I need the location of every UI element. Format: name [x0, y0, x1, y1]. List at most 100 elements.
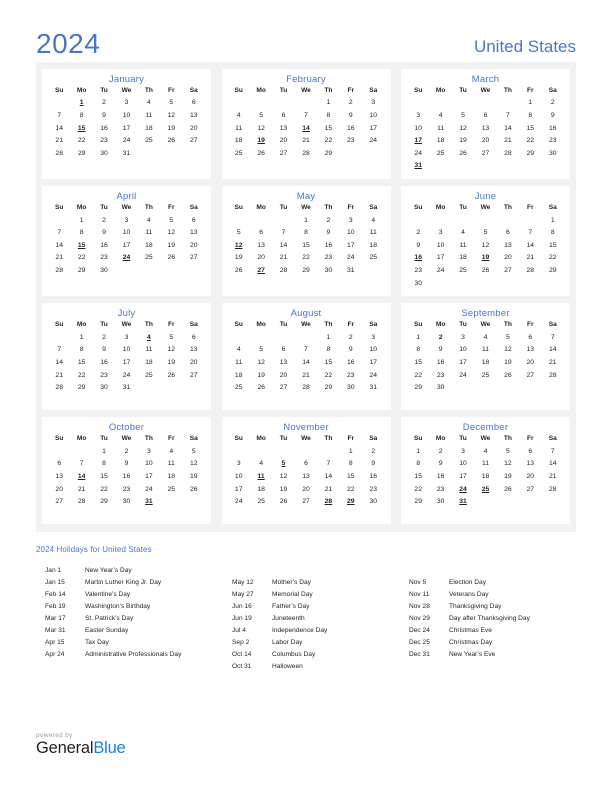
day-cell[interactable]: 14: [542, 345, 564, 358]
day-cell[interactable]: 20: [183, 357, 205, 370]
day-cell-holiday[interactable]: 31: [452, 496, 474, 509]
day-cell[interactable]: 16: [362, 471, 384, 484]
day-cell[interactable]: 26: [474, 265, 496, 278]
day-cell[interactable]: 27: [183, 135, 205, 148]
day-cell[interactable]: 10: [362, 110, 384, 123]
day-cell[interactable]: 23: [542, 135, 564, 148]
day-cell[interactable]: 7: [48, 227, 70, 240]
day-cell-holiday[interactable]: 19: [250, 135, 272, 148]
day-cell[interactable]: 15: [519, 123, 541, 136]
day-cell[interactable]: 23: [115, 484, 137, 497]
day-cell[interactable]: 18: [452, 253, 474, 266]
day-cell[interactable]: 18: [138, 123, 160, 136]
day-cell[interactable]: 18: [228, 135, 250, 148]
day-cell[interactable]: 30: [362, 496, 384, 509]
day-cell[interactable]: 5: [452, 110, 474, 123]
day-cell-holiday[interactable]: 5: [272, 459, 294, 472]
day-cell[interactable]: 30: [429, 496, 451, 509]
day-cell[interactable]: 26: [228, 265, 250, 278]
day-cell[interactable]: 16: [93, 240, 115, 253]
day-cell[interactable]: 6: [474, 110, 496, 123]
day-cell[interactable]: 18: [429, 135, 451, 148]
day-cell[interactable]: 15: [93, 471, 115, 484]
day-cell-holiday[interactable]: 14: [70, 471, 92, 484]
day-cell[interactable]: 3: [340, 215, 362, 228]
day-cell[interactable]: 11: [160, 459, 182, 472]
day-cell[interactable]: 24: [115, 135, 137, 148]
day-cell[interactable]: 19: [250, 370, 272, 383]
day-cell[interactable]: 29: [93, 496, 115, 509]
day-cell[interactable]: 18: [362, 240, 384, 253]
day-cell[interactable]: 20: [272, 135, 294, 148]
day-cell[interactable]: 4: [228, 110, 250, 123]
day-cell[interactable]: 23: [317, 253, 339, 266]
day-cell[interactable]: 1: [93, 446, 115, 459]
day-cell[interactable]: 19: [452, 135, 474, 148]
day-cell[interactable]: 18: [250, 484, 272, 497]
day-cell[interactable]: 6: [250, 227, 272, 240]
day-cell[interactable]: 23: [362, 484, 384, 497]
day-cell[interactable]: 12: [160, 110, 182, 123]
day-cell[interactable]: 14: [519, 240, 541, 253]
day-cell[interactable]: 20: [519, 357, 541, 370]
day-cell[interactable]: 21: [542, 357, 564, 370]
day-cell[interactable]: 14: [295, 357, 317, 370]
day-cell-holiday[interactable]: 4: [138, 332, 160, 345]
day-cell[interactable]: 28: [48, 265, 70, 278]
day-cell[interactable]: 7: [317, 459, 339, 472]
day-cell[interactable]: 24: [228, 496, 250, 509]
day-cell[interactable]: 22: [70, 135, 92, 148]
day-cell[interactable]: 26: [497, 484, 519, 497]
day-cell[interactable]: 10: [340, 227, 362, 240]
day-cell[interactable]: 3: [452, 446, 474, 459]
day-cell[interactable]: 12: [160, 345, 182, 358]
day-cell[interactable]: 23: [93, 370, 115, 383]
day-cell[interactable]: 19: [272, 484, 294, 497]
day-cell[interactable]: 30: [93, 382, 115, 395]
day-cell[interactable]: 3: [115, 332, 137, 345]
day-cell[interactable]: 14: [48, 357, 70, 370]
day-cell[interactable]: 6: [272, 345, 294, 358]
day-cell[interactable]: 2: [115, 446, 137, 459]
day-cell[interactable]: 3: [362, 332, 384, 345]
day-cell[interactable]: 5: [474, 227, 496, 240]
day-cell[interactable]: 27: [48, 496, 70, 509]
day-cell[interactable]: 28: [48, 382, 70, 395]
day-cell[interactable]: 4: [228, 345, 250, 358]
day-cell-holiday[interactable]: 19: [474, 253, 496, 266]
day-cell[interactable]: 29: [542, 265, 564, 278]
day-cell[interactable]: 26: [250, 148, 272, 161]
day-cell[interactable]: 22: [340, 484, 362, 497]
day-cell[interactable]: 1: [295, 215, 317, 228]
day-cell[interactable]: 19: [497, 357, 519, 370]
day-cell[interactable]: 21: [48, 135, 70, 148]
day-cell[interactable]: 20: [474, 135, 496, 148]
day-cell[interactable]: 7: [497, 110, 519, 123]
day-cell[interactable]: 6: [295, 459, 317, 472]
day-cell[interactable]: 13: [272, 123, 294, 136]
day-cell[interactable]: 4: [474, 332, 496, 345]
day-cell[interactable]: 2: [429, 446, 451, 459]
day-cell[interactable]: 31: [115, 382, 137, 395]
day-cell[interactable]: 2: [317, 215, 339, 228]
day-cell[interactable]: 9: [340, 345, 362, 358]
day-cell[interactable]: 29: [70, 265, 92, 278]
day-cell[interactable]: 14: [48, 240, 70, 253]
day-cell[interactable]: 17: [115, 357, 137, 370]
day-cell[interactable]: 24: [340, 253, 362, 266]
day-cell[interactable]: 2: [407, 227, 429, 240]
day-cell[interactable]: 8: [542, 227, 564, 240]
day-cell[interactable]: 25: [138, 253, 160, 266]
day-cell[interactable]: 9: [429, 345, 451, 358]
day-cell[interactable]: 17: [452, 471, 474, 484]
day-cell[interactable]: 25: [138, 370, 160, 383]
day-cell[interactable]: 19: [183, 471, 205, 484]
day-cell[interactable]: 26: [250, 382, 272, 395]
day-cell[interactable]: 25: [228, 382, 250, 395]
day-cell[interactable]: 30: [317, 265, 339, 278]
day-cell[interactable]: 3: [228, 459, 250, 472]
day-cell[interactable]: 12: [160, 227, 182, 240]
day-cell[interactable]: 3: [362, 98, 384, 111]
day-cell[interactable]: 26: [497, 370, 519, 383]
day-cell[interactable]: 6: [48, 459, 70, 472]
